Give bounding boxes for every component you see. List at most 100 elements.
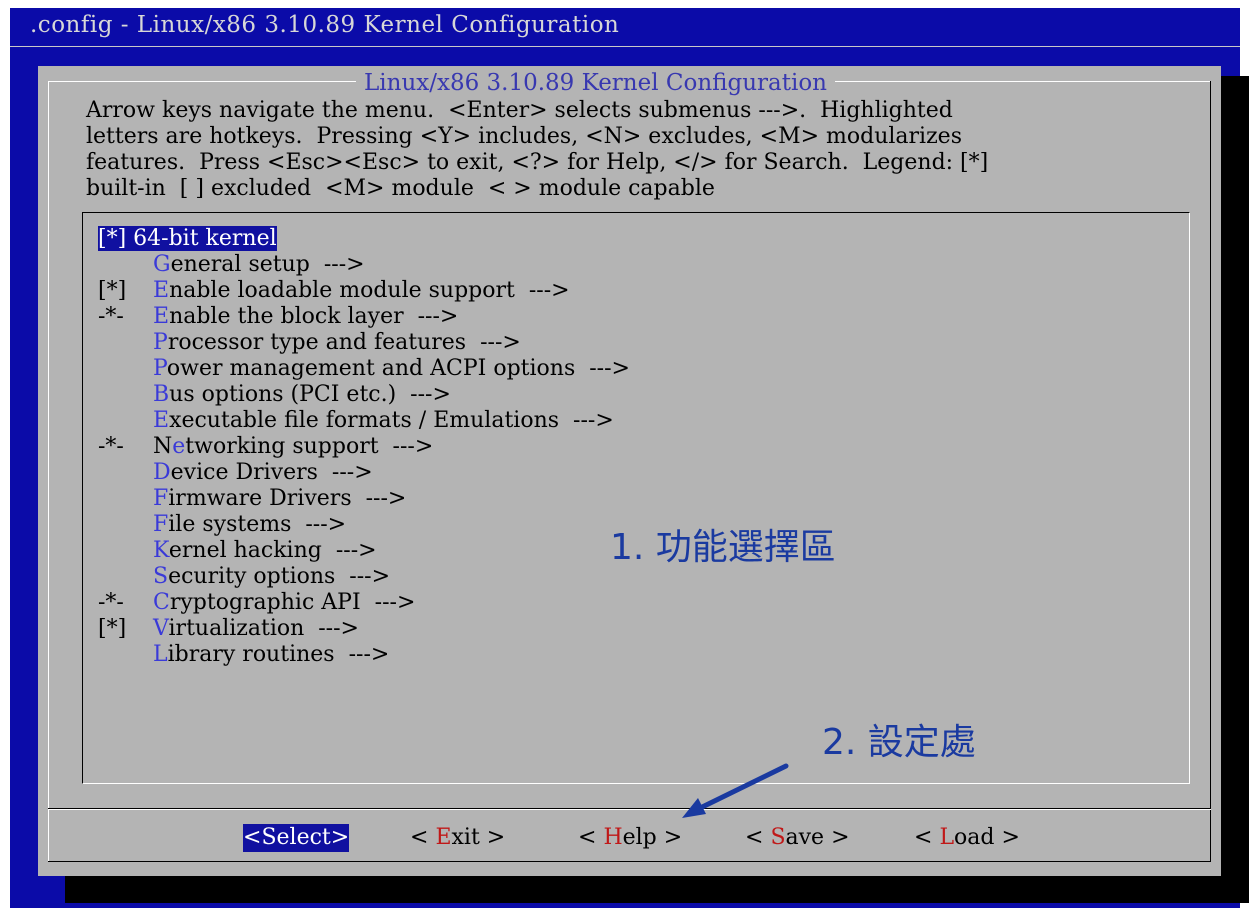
hotkey-letter: B xyxy=(153,382,170,407)
menu-item-text: eneral setup ---> xyxy=(170,252,365,277)
menu-item[interactable]: [*] Virtualization ---> xyxy=(98,616,359,642)
button-text: < xyxy=(745,825,771,850)
menu-item-text: irmware Drivers ---> xyxy=(168,486,407,511)
menu-item-text: ower management and ACPI options ---> xyxy=(166,356,630,381)
annotation-area2: 2. 設定處 xyxy=(822,722,976,763)
menu-item[interactable]: Processor type and features ---> xyxy=(98,330,521,356)
menu-item-state: -*- xyxy=(98,434,124,459)
hotkey-letter: P xyxy=(153,330,168,355)
menu-item[interactable]: Library routines ---> xyxy=(98,642,389,668)
save-button[interactable]: < Save > xyxy=(745,824,850,852)
menu-item[interactable]: Security options ---> xyxy=(98,564,390,590)
button-text: elp > xyxy=(622,825,683,850)
menu-item[interactable]: -*- Enable the block layer ---> xyxy=(98,304,458,330)
button-hotkey: S xyxy=(261,825,277,850)
hotkey-letter: L xyxy=(153,642,168,667)
help-line: Arrow keys navigate the menu. <Enter> se… xyxy=(86,98,953,123)
terminal-window: .config - Linux/x86 3.10.89 Kernel Confi… xyxy=(10,8,1249,908)
menu-item-label: Library routines ---> xyxy=(153,642,389,667)
menu-item-text: xecutable file formats / Emulations ---> xyxy=(169,408,614,433)
menu-item-label: Enable loadable module support ---> xyxy=(153,278,570,303)
title-rule xyxy=(10,46,1240,47)
menu-item-label: Cryptographic API ---> xyxy=(153,590,415,615)
menu-item-label: Processor type and features ---> xyxy=(153,330,521,355)
menu-item[interactable]: Device Drivers ---> xyxy=(98,460,373,486)
menu-item-label: Device Drivers ---> xyxy=(153,460,373,485)
menu-item[interactable]: File systems ---> xyxy=(98,512,346,538)
menu-item-label: Power management and ACPI options ---> xyxy=(153,356,630,381)
menu-item[interactable]: Firmware Drivers ---> xyxy=(98,486,406,512)
menu-item-text: rocessor type and features ---> xyxy=(167,330,521,355)
menu-item-text: nable loadable module support ---> xyxy=(169,278,570,303)
menu-item-state: -*- xyxy=(98,590,124,615)
annotation-arrow-icon xyxy=(682,763,789,818)
menu-item-text: N xyxy=(153,434,173,459)
button-hotkey: H xyxy=(603,825,623,850)
hotkey-letter: V xyxy=(153,616,169,641)
menu-item-state: [*] xyxy=(98,278,127,303)
hotkey-letter: P xyxy=(153,356,167,381)
menu-item-text: ile systems ---> xyxy=(168,512,347,537)
help-text: Arrow keys navigate the menu. <Enter> se… xyxy=(86,98,988,202)
load-button[interactable]: < Load > xyxy=(914,824,1020,852)
button-text: elect> xyxy=(276,825,350,850)
select-button[interactable]: <Select> xyxy=(243,824,350,852)
button-text: < xyxy=(243,825,262,850)
button-hotkey: S xyxy=(770,825,786,850)
menu-item-label: Networking support ---> xyxy=(153,434,433,459)
dialog-border-right xyxy=(1210,81,1211,861)
menu-item-label: Kernel hacking ---> xyxy=(153,538,377,563)
menu-item[interactable]: [*] 64-bit kernel xyxy=(98,226,277,252)
menu-item-text: ernel hacking ---> xyxy=(168,538,377,563)
hotkey-letter: E xyxy=(153,278,170,303)
config-dialog: Linux/x86 3.10.89 Kernel Configuration A… xyxy=(38,66,1221,876)
annotation-area1: 1. 功能選擇區 xyxy=(610,527,836,568)
menu-item-text: ecurity options ---> xyxy=(168,564,391,589)
menu-item-label: General setup ---> xyxy=(153,252,365,277)
button-text: < xyxy=(578,825,604,850)
menu-item[interactable]: Executable file formats / Emulations ---… xyxy=(98,408,614,434)
menu-item-label: Security options ---> xyxy=(153,564,390,589)
exit-button[interactable]: < Exit > xyxy=(410,824,505,852)
menu-item-label: [*] 64-bit kernel xyxy=(98,226,277,251)
menu-item-text: tworking support ---> xyxy=(185,434,434,459)
hotkey-letter: E xyxy=(153,408,170,433)
menu-item-text: nable the block layer ---> xyxy=(169,304,459,329)
dialog-title: Linux/x86 3.10.89 Kernel Configuration xyxy=(356,70,835,96)
menu-item-text: ryptographic API ---> xyxy=(169,590,416,615)
hotkey-letter: S xyxy=(153,564,169,589)
menu-item-label: Executable file formats / Emulations ---… xyxy=(153,408,614,433)
menu-item[interactable]: General setup ---> xyxy=(98,252,365,278)
help-line: features. Press <Esc><Esc> to exit, <?> … xyxy=(86,150,989,175)
menu-item[interactable]: [*] Enable loadable module support ---> xyxy=(98,278,570,304)
button-text: oad > xyxy=(954,825,1020,850)
menu-item-text: evice Drivers ---> xyxy=(170,460,373,485)
menu-item[interactable]: -*- Networking support ---> xyxy=(98,434,433,460)
button-text: < xyxy=(410,825,436,850)
menu-item-text: ibrary routines ---> xyxy=(167,642,390,667)
menu-item-label: File systems ---> xyxy=(153,512,346,537)
window-title: .config - Linux/x86 3.10.89 Kernel Confi… xyxy=(30,12,620,38)
menu-item[interactable]: Kernel hacking ---> xyxy=(98,538,377,564)
hotkey-letter: e xyxy=(172,434,186,459)
button-hotkey: E xyxy=(435,825,452,850)
hotkey-letter: F xyxy=(153,486,169,511)
button-text: < xyxy=(914,825,940,850)
button-separator-highlight xyxy=(48,809,1211,810)
menu-item[interactable]: -*- Cryptographic API ---> xyxy=(98,590,415,616)
menu-item[interactable]: Bus options (PCI etc.) ---> xyxy=(98,382,451,408)
menu-item-state: -*- xyxy=(98,304,124,329)
hotkey-letter: D xyxy=(153,460,171,485)
hotkey-letter: C xyxy=(153,590,170,615)
menu-item-state: [*] xyxy=(98,616,127,641)
menu-item[interactable]: Power management and ACPI options ---> xyxy=(98,356,630,382)
dialog-border-bottom xyxy=(48,861,1211,862)
help-button[interactable]: < Help > xyxy=(578,824,682,852)
menu-item-label: Firmware Drivers ---> xyxy=(153,486,406,511)
menu-item-text: us options (PCI etc.) ---> xyxy=(169,382,451,407)
hotkey-letter: F xyxy=(153,512,169,537)
hotkey-letter: K xyxy=(153,538,169,563)
menu-item-label: Enable the block layer ---> xyxy=(153,304,458,329)
button-hotkey: L xyxy=(939,825,955,850)
help-line: built-in [ ] excluded <M> module < > mod… xyxy=(86,176,715,201)
